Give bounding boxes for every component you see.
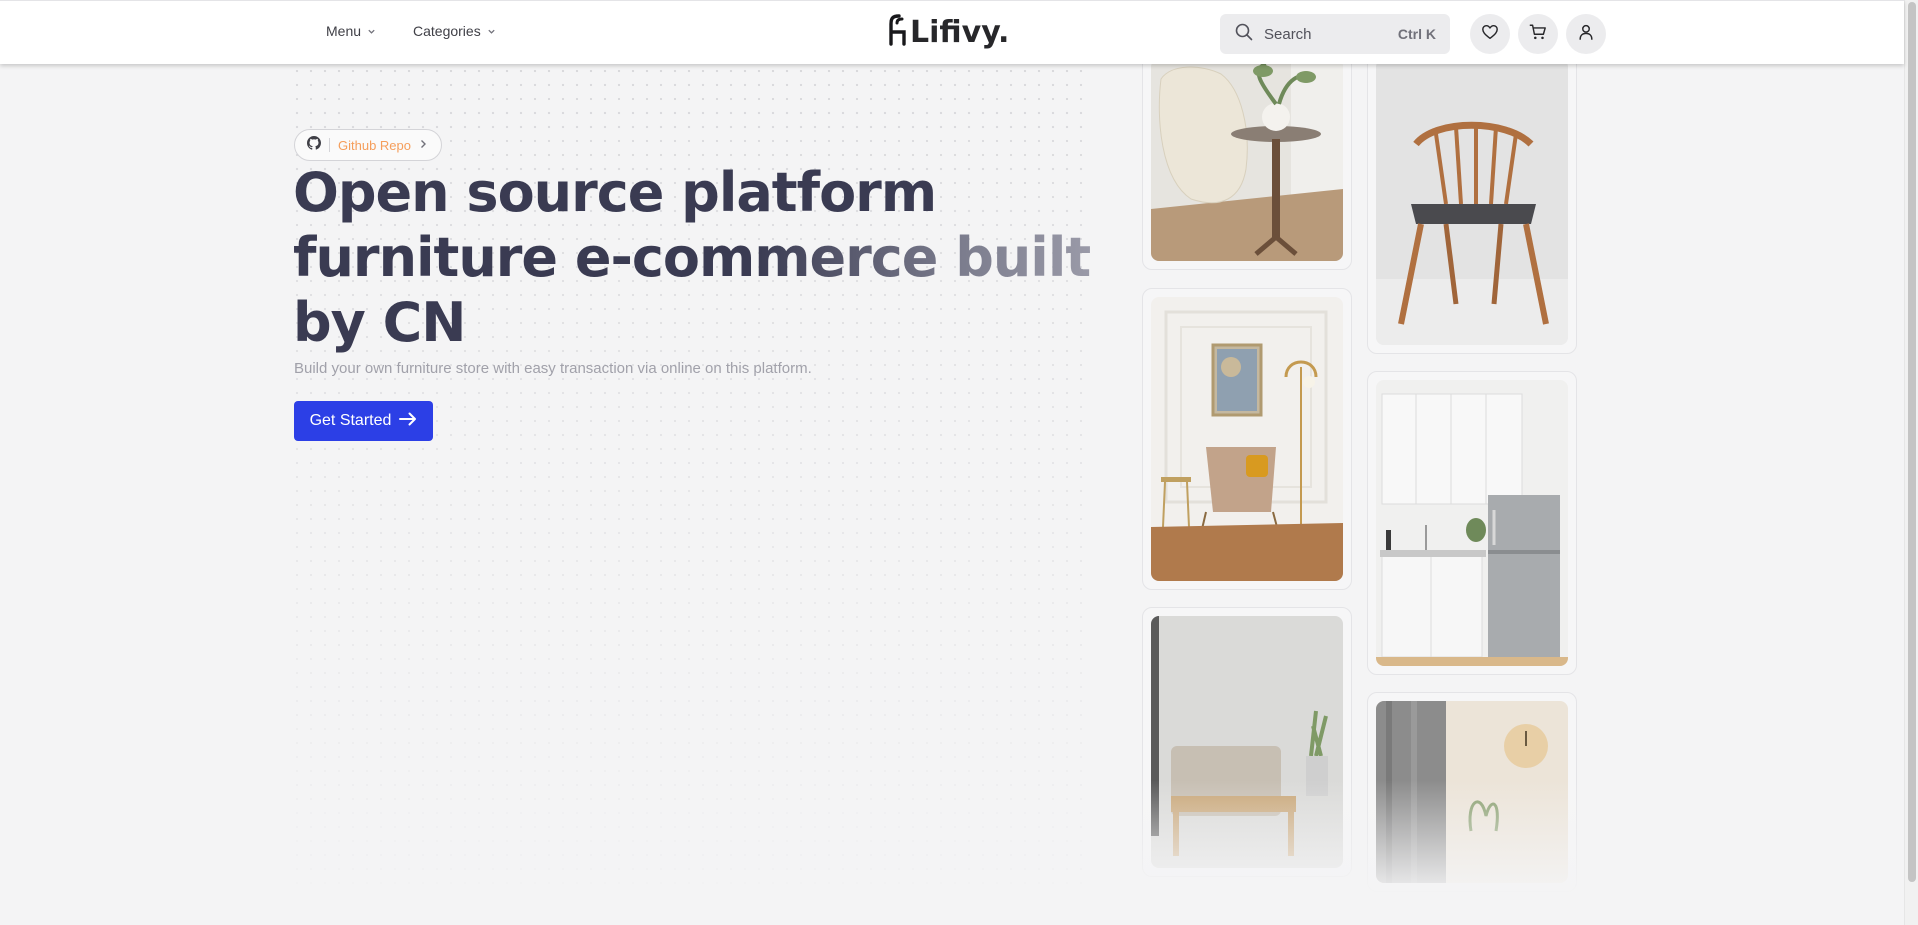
search-shortcut: Ctrl K	[1397, 26, 1436, 42]
get-started-button[interactable]: Get Started	[294, 401, 433, 441]
search-icon	[1234, 22, 1254, 47]
brand-logo[interactable]: Lifivy.	[886, 12, 1009, 53]
search-placeholder: Search	[1264, 25, 1312, 43]
chevron-right-icon	[419, 138, 427, 152]
gallery-card[interactable]	[1367, 50, 1577, 354]
arrow-right-icon	[399, 412, 417, 431]
heart-icon	[1481, 23, 1499, 46]
wooden-chair-image	[1376, 59, 1568, 345]
chevron-down-icon	[487, 27, 496, 38]
headline-part-3: by CN	[293, 291, 466, 354]
brand-name: Lifivy.	[910, 15, 1010, 50]
github-icon	[307, 135, 321, 155]
get-started-label: Get Started	[309, 412, 392, 429]
top-navbar: Menu Categories Lifivy. Search Ctrl K	[0, 0, 1904, 64]
badge-divider	[329, 138, 330, 152]
user-icon	[1577, 23, 1595, 46]
gallery-card[interactable]	[1142, 50, 1352, 270]
hero-headline: Open source platform furniture e-commerc…	[293, 160, 1093, 355]
badge-label: Github Repo	[338, 137, 411, 153]
headline-part-2: merce built	[754, 226, 1091, 289]
lounge-chair-image	[1151, 297, 1343, 581]
github-repo-badge[interactable]: Github Repo	[294, 129, 442, 161]
cart-button[interactable]	[1518, 14, 1558, 54]
account-button[interactable]	[1566, 14, 1606, 54]
menu-dropdown[interactable]: Menu	[326, 23, 376, 39]
gallery-fade-overlay	[1130, 780, 1600, 900]
categories-label: Categories	[413, 23, 481, 39]
page-scrollbar[interactable]	[1904, 0, 1918, 925]
scrollbar-thumb[interactable]	[1908, 2, 1916, 882]
gallery-card[interactable]	[1367, 371, 1577, 675]
hero-subtitle: Build your own furniture store with easy…	[294, 360, 812, 377]
categories-dropdown[interactable]: Categories	[413, 23, 496, 39]
wishlist-button[interactable]	[1470, 14, 1510, 54]
gallery-card[interactable]	[1142, 288, 1352, 590]
egg-chair-image	[1151, 59, 1343, 261]
search-input[interactable]: Search Ctrl K	[1220, 14, 1450, 54]
menu-label: Menu	[326, 23, 362, 39]
kitchen-image	[1376, 380, 1568, 666]
chair-logo-icon	[886, 12, 910, 53]
cart-icon	[1529, 23, 1547, 46]
chevron-down-icon	[367, 27, 376, 38]
